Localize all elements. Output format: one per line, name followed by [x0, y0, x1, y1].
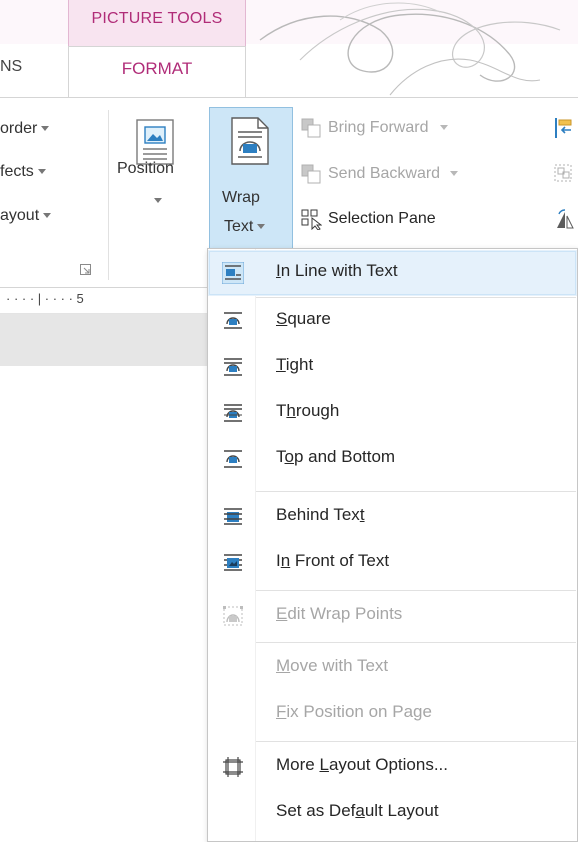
- menu-separator: [256, 741, 576, 742]
- align-icon[interactable]: [553, 116, 575, 140]
- send-backward-button[interactable]: Send Backward: [328, 165, 459, 183]
- menu-item-edit-wrap-points[interactable]: Edit Wrap Points: [208, 593, 577, 639]
- chevron-down-icon: [37, 169, 46, 175]
- menu-item-label: Move with Text: [276, 656, 389, 675]
- wrap-square-icon: [224, 312, 242, 329]
- selection-pane-icon: [301, 209, 322, 230]
- menu-item-in-front-of-text[interactable]: In Front of Text: [208, 540, 577, 586]
- tab-format[interactable]: FORMAT: [68, 46, 246, 98]
- chevron-down-icon: [257, 224, 266, 230]
- menu-item-set-as-default-layout[interactable]: Set as Default Layout: [208, 790, 577, 836]
- chevron-down-icon: [154, 198, 162, 203]
- wrap-label-1: Wrap: [222, 189, 260, 206]
- menu-item-top-and-bottom[interactable]: Top and Bottom: [208, 436, 577, 482]
- menu-item-more-layout-options[interactable]: More Layout Options...: [208, 744, 577, 790]
- menu-separator: [256, 642, 576, 643]
- position-button[interactable]: Position: [117, 160, 174, 178]
- wrap-text-menu: In Line with Text Square Tight Through T…: [207, 248, 578, 842]
- border-label: order: [0, 120, 38, 137]
- edit-wrap-points-icon: [223, 606, 243, 626]
- menu-item-label: More Layout Options...: [276, 755, 449, 774]
- menu-item-in-line-with-text[interactable]: In Line with Text: [208, 250, 577, 296]
- bring-forward-icon: [301, 118, 321, 138]
- position-icon: [136, 119, 174, 165]
- chevron-down-icon: [450, 171, 459, 177]
- menu-item-label: Tight: [276, 355, 314, 374]
- tab-design-partial[interactable]: NS: [0, 58, 22, 76]
- ruler-marks: · · · · | · · · · 5: [6, 291, 84, 306]
- menu-item-label: Top and Bottom: [276, 447, 396, 466]
- group-icon[interactable]: [553, 162, 575, 186]
- layout-options-icon: [223, 757, 243, 777]
- chevron-down-icon: [41, 126, 50, 132]
- menu-item-fix-position-on-page[interactable]: Fix Position on Page: [208, 691, 577, 737]
- menu-item-label: In Line with Text: [276, 261, 398, 280]
- tab-format-label: FORMAT: [121, 59, 193, 78]
- menu-item-square[interactable]: Square: [208, 298, 577, 344]
- wrap-text-icon: [231, 117, 269, 165]
- dialog-launcher-icon[interactable]: [80, 264, 92, 276]
- send-backward-label: Send Backward: [328, 165, 441, 182]
- menu-item-label: Square: [276, 309, 331, 328]
- layout-label: ayout: [0, 207, 40, 224]
- decorative-swirl: [259, 2, 561, 96]
- effects-label: fects: [0, 163, 34, 180]
- rotate-icon[interactable]: [553, 208, 575, 232]
- menu-item-label: Edit Wrap Points: [276, 604, 403, 623]
- chevron-down-icon: [440, 125, 449, 131]
- picture-tools-label: PICTURE TOOLS: [91, 10, 223, 27]
- in-front-of-text-icon: [224, 554, 242, 571]
- menu-item-tight[interactable]: Tight: [208, 344, 577, 390]
- border-button[interactable]: order: [0, 120, 50, 138]
- selection-pane-label: Selection Pane: [328, 210, 436, 227]
- group-separator: [108, 110, 109, 280]
- picture-tools-group: PICTURE TOOLS: [68, 0, 246, 46]
- effects-button[interactable]: fects: [0, 163, 46, 181]
- menu-item-behind-text[interactable]: Behind Text: [208, 494, 577, 540]
- wrap-top-bottom-icon: [224, 450, 242, 468]
- inline-with-text-icon: [222, 262, 244, 284]
- wrap-tight-icon: [224, 358, 242, 376]
- chevron-down-icon: [43, 213, 52, 219]
- menu-item-through[interactable]: Through: [208, 390, 577, 436]
- layout-button[interactable]: ayout: [0, 207, 52, 225]
- menu-separator: [256, 590, 576, 591]
- behind-text-icon: [224, 508, 242, 525]
- bring-forward-label: Bring Forward: [328, 119, 429, 136]
- wrap-through-icon: [224, 404, 242, 422]
- bring-forward-button[interactable]: Bring Forward: [328, 119, 449, 137]
- position-label: Position: [117, 160, 174, 177]
- menu-item-move-with-text[interactable]: Move with Text: [208, 645, 577, 691]
- menu-item-label: In Front of Text: [276, 551, 390, 570]
- send-backward-icon: [301, 164, 321, 184]
- menu-item-label: Fix Position on Page: [276, 702, 432, 721]
- menu-separator: [256, 491, 576, 492]
- wrap-text-dropdown[interactable]: Text: [224, 218, 266, 236]
- menu-item-label: Set as Default Layout: [276, 801, 439, 820]
- selection-pane-button[interactable]: Selection Pane: [328, 210, 436, 228]
- wrap-label-2: Text: [224, 218, 254, 235]
- menu-item-label: Behind Text: [276, 505, 365, 524]
- menu-item-label: Through: [276, 401, 340, 420]
